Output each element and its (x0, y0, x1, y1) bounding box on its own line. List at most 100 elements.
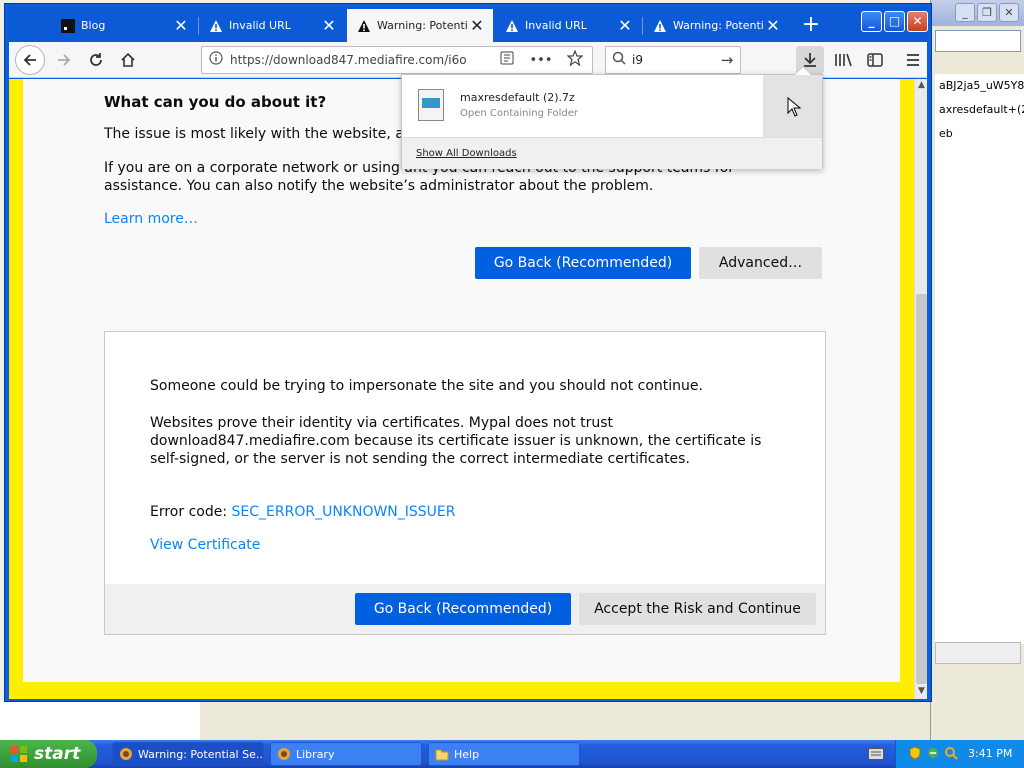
folder-icon (435, 747, 449, 761)
close-icon[interactable]: ✕ (999, 3, 1019, 22)
forward-arrow-icon (58, 54, 71, 66)
library-search-input[interactable] (935, 30, 1021, 52)
mouse-cursor-icon (787, 97, 801, 117)
home-icon (121, 52, 135, 67)
minimize-icon[interactable]: _ (861, 11, 882, 32)
warning-icon (357, 19, 371, 33)
scroll-down-icon[interactable]: ▼ (915, 685, 928, 697)
search-bar[interactable]: i9 → (605, 46, 741, 74)
hamburger-menu-icon (907, 54, 919, 66)
network-icon[interactable] (926, 746, 940, 760)
error-code-link[interactable]: SEC_ERROR_UNKNOWN_ISSUER (232, 504, 456, 520)
go-back-button[interactable]: Go Back (Recommended) (475, 247, 691, 279)
close-tab-icon[interactable]: ✕ (319, 16, 339, 35)
search-input[interactable]: i9 (632, 53, 714, 67)
list-item[interactable]: aBJ2ja5_uW5Y8... (935, 74, 1024, 98)
forward-button[interactable] (49, 45, 79, 75)
advanced-button[interactable]: Advanced… (699, 247, 822, 279)
tab-label: Warning: Potentia (377, 19, 467, 32)
download-arrow-icon (804, 53, 816, 67)
search-tray-icon[interactable] (944, 746, 958, 760)
page-heading: What can you do about it? (104, 93, 327, 111)
tab-invalid-url[interactable]: Invalid URL ✕ (199, 9, 345, 42)
issue-text: The issue is most likely with the websit… (104, 126, 432, 142)
tab-invalid-url-2[interactable]: Invalid URL ✕ (495, 9, 641, 42)
scroll-thumb[interactable] (916, 294, 927, 684)
reader-view-icon[interactable] (490, 51, 524, 69)
taskbar-item-browser[interactable]: Warning: Potential Se... (112, 742, 264, 766)
tab-label: Invalid URL (229, 19, 291, 32)
library-window-titlebar: _ ❐ ✕ (931, 0, 1024, 26)
navigation-toolbar: https://download847.mediafire.com/i6o ••… (9, 42, 927, 78)
tab-strip: Blog ✕ Invalid URL ✕ Warning: Potentia ✕… (9, 6, 928, 42)
page-actions-icon[interactable]: ••• (524, 53, 558, 68)
error-code-label: Error code: (150, 504, 228, 520)
list-item[interactable]: axresdefault+(2... (935, 98, 1024, 122)
taskbar-item-library[interactable]: Library (270, 742, 422, 766)
tab-warning-2[interactable]: Warning: Potentia ✕ (643, 9, 789, 42)
clock: 3:41 PM (968, 747, 1013, 760)
list-item[interactable]: eb (935, 122, 1024, 146)
certificate-details-box: Someone could be trying to impersonate t… (104, 331, 826, 635)
warning-icon (505, 19, 519, 33)
windows-flag-icon (10, 745, 28, 763)
download-file-name: maxresdefault (2).7z (460, 91, 575, 104)
taskbar-item-label: Library (296, 747, 335, 761)
download-status-text: Open Containing Folder (460, 108, 579, 119)
warning-icon (209, 19, 223, 33)
downloads-panel: maxresdefault (2).7z Open Containing Fol… (401, 65, 823, 169)
bookmark-star-icon[interactable] (558, 49, 592, 70)
vertical-scrollbar[interactable]: ▲ ▼ (914, 79, 927, 699)
search-icon (606, 51, 632, 69)
library-icon (835, 53, 852, 67)
scroll-up-icon[interactable]: ▲ (915, 79, 928, 91)
taskbar-item-help[interactable]: Help (428, 742, 580, 766)
reload-button[interactable] (81, 45, 111, 75)
show-all-downloads-button[interactable]: Show All Downloads (402, 137, 822, 169)
minimize-icon[interactable]: _ (955, 3, 975, 22)
sidebar-button[interactable] (861, 46, 889, 74)
search-go-icon[interactable]: → (714, 51, 740, 69)
library-list: aBJ2ja5_uW5Y8... axresdefault+(2... eb (935, 74, 1024, 644)
taskbar-item-label: Warning: Potential Se... (138, 747, 264, 761)
back-arrow-icon (23, 54, 36, 66)
go-back-button-2[interactable]: Go Back (Recommended) (355, 593, 571, 625)
close-tab-icon[interactable]: ✕ (467, 16, 487, 35)
maximize-icon[interactable]: □ (884, 11, 905, 32)
security-shield-icon[interactable] (908, 746, 922, 760)
close-tab-icon[interactable]: ✕ (171, 16, 191, 35)
tab-warning-active[interactable]: Warning: Potentia ✕ (347, 9, 493, 42)
taskbar-item-label: Help (454, 747, 480, 761)
start-button[interactable]: start (0, 740, 97, 768)
archive-file-icon (418, 89, 444, 121)
error-code-line: Error code: SEC_ERROR_UNKNOWN_ISSUER (150, 504, 456, 520)
url-text[interactable]: https://download847.mediafire.com/i6o (230, 53, 490, 67)
url-bar[interactable]: https://download847.mediafire.com/i6o ••… (201, 46, 593, 74)
tab-label: Warning: Potentia (673, 19, 763, 32)
download-item[interactable]: maxresdefault (2).7z Open Containing Fol… (402, 75, 822, 137)
back-button[interactable] (15, 45, 45, 75)
learn-more-link[interactable]: Learn more… (104, 211, 198, 227)
open-folder-button[interactable] (763, 75, 822, 137)
show-all-downloads-label: Show All Downloads (416, 148, 517, 159)
close-tab-icon[interactable]: ✕ (763, 16, 783, 35)
impersonation-warning-text: Someone could be trying to impersonate t… (150, 378, 703, 394)
library-window: _ ❐ ✕ aBJ2ja5_uW5Y8... axresdefault+(2..… (930, 0, 1024, 740)
view-certificate-link[interactable]: View Certificate (150, 537, 260, 553)
tab-blog[interactable]: Blog ✕ (51, 9, 197, 42)
home-button[interactable] (113, 45, 143, 75)
maximize-icon[interactable]: ❐ (977, 3, 997, 22)
library-button[interactable] (829, 46, 857, 74)
reload-icon (90, 53, 102, 66)
menu-button[interactable] (899, 46, 927, 74)
close-icon[interactable]: ✕ (907, 11, 928, 32)
close-tab-icon[interactable]: ✕ (615, 16, 635, 35)
warning-icon (653, 19, 667, 33)
browser-app-icon (119, 747, 133, 761)
info-icon[interactable] (202, 51, 230, 69)
keyboard-icon[interactable] (868, 748, 884, 760)
new-tab-icon[interactable]: + (797, 12, 825, 40)
accept-risk-button[interactable]: Accept the Risk and Continue (579, 593, 816, 625)
tab-label: Blog (81, 19, 106, 32)
certificate-box-footer: Go Back (Recommended) Accept the Risk an… (105, 584, 825, 634)
